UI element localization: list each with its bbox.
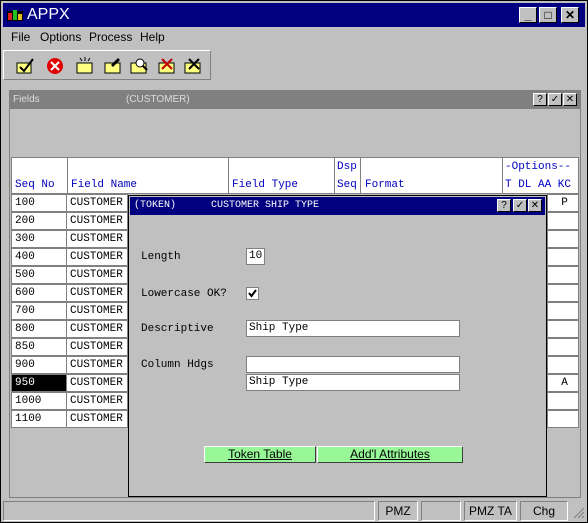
cancel-icon[interactable]: [44, 55, 66, 77]
options-cell[interactable]: [547, 212, 579, 230]
table-header: Seq No Field Name Field Type Dsp Seq For…: [11, 157, 579, 194]
descriptive-field[interactable]: Ship Type: [246, 320, 460, 337]
seq-cell[interactable]: 200: [11, 212, 67, 230]
ok-button[interactable]: ✓: [548, 93, 562, 106]
col-format: Format: [365, 179, 405, 191]
options-cell[interactable]: [547, 410, 579, 428]
dialog-title: CUSTOMER SHIP TYPE: [211, 200, 320, 211]
status-message: [3, 501, 375, 521]
field-name-cell[interactable]: CUSTOMER: [66, 302, 128, 320]
confirm-icon[interactable]: [14, 55, 36, 77]
col-options: -Options--: [505, 161, 572, 173]
fields-subtitle: (CUSTOMER): [126, 94, 190, 105]
field-name-cell[interactable]: CUSTOMER: [66, 320, 128, 338]
options-cell[interactable]: A: [547, 374, 579, 392]
col-seq: Seq: [337, 179, 357, 191]
descriptive-label: Descriptive: [141, 323, 214, 335]
delete-record-icon[interactable]: [156, 55, 178, 77]
field-name-cell[interactable]: CUSTOMER: [66, 194, 128, 212]
lowercase-checkbox[interactable]: [246, 287, 259, 300]
lowercase-label: Lowercase OK?: [141, 288, 227, 300]
seq-cell[interactable]: 500: [11, 266, 67, 284]
options-cell[interactable]: [547, 266, 579, 284]
seq-cell[interactable]: 700: [11, 302, 67, 320]
addl-attributes-button[interactable]: Add'l Attributes: [317, 446, 463, 463]
options-cell[interactable]: [547, 392, 579, 410]
column-hdgs-label: Column Hdgs: [141, 359, 214, 371]
app-title: APPX: [27, 6, 70, 23]
col-field-type: Field Type: [232, 179, 299, 191]
field-name-cell[interactable]: CUSTOMER: [66, 212, 128, 230]
search-record-icon[interactable]: [128, 55, 150, 77]
menu-options[interactable]: Options: [40, 30, 81, 44]
options-cell[interactable]: [547, 248, 579, 266]
help-button[interactable]: ?: [533, 93, 547, 106]
seq-cell[interactable]: 1000: [11, 392, 67, 410]
dialog-close-button[interactable]: ✕: [528, 199, 542, 212]
seq-cell[interactable]: 900: [11, 356, 67, 374]
seq-cell[interactable]: 850: [11, 338, 67, 356]
close-button[interactable]: ✕: [561, 7, 579, 23]
options-cell[interactable]: [547, 284, 579, 302]
close-fields-button[interactable]: ✕: [563, 93, 577, 106]
field-name-cell[interactable]: CUSTOMER: [66, 338, 128, 356]
field-name-cell[interactable]: CUSTOMER: [66, 248, 128, 266]
col-dsp: Dsp: [337, 161, 357, 173]
token-table-button[interactable]: Token Table: [204, 446, 316, 463]
status-blank: [421, 501, 461, 521]
dialog-title-bar: (TOKEN) CUSTOMER SHIP TYPE ? ✓ ✕: [130, 197, 545, 215]
dialog-tag: (TOKEN): [134, 200, 177, 211]
delete-all-icon[interactable]: [182, 55, 204, 77]
edit-record-icon[interactable]: [102, 55, 124, 77]
dialog-help-button[interactable]: ?: [497, 199, 511, 212]
minimize-button[interactable]: _: [519, 7, 537, 23]
field-name-cell[interactable]: CUSTOMER: [66, 392, 128, 410]
fields-title-bar: Fields (CUSTOMER) ? ✓ ✕: [10, 91, 580, 109]
seq-cell[interactable]: 950: [11, 374, 67, 392]
seq-cell[interactable]: 400: [11, 248, 67, 266]
menu-file[interactable]: File: [11, 30, 30, 44]
options-cell[interactable]: [547, 338, 579, 356]
seq-cell[interactable]: 800: [11, 320, 67, 338]
options-cell[interactable]: P: [547, 194, 579, 212]
menu-process[interactable]: Process: [89, 30, 132, 44]
appx-logo-icon: [7, 10, 23, 21]
status-pmz-ta: PMZ TA: [464, 501, 517, 521]
seq-cell[interactable]: 300: [11, 230, 67, 248]
col-seq-no: Seq No: [15, 179, 55, 191]
resize-grip-icon[interactable]: [571, 505, 585, 519]
seq-cell[interactable]: 100: [11, 194, 67, 212]
field-name-cell[interactable]: CUSTOMER: [66, 266, 128, 284]
col-option-flags: T DL AA KC: [505, 179, 572, 191]
field-name-cell[interactable]: CUSTOMER: [66, 374, 128, 392]
toolbar: [3, 50, 211, 80]
fields-title: Fields: [13, 94, 40, 105]
checkmark-icon: [248, 289, 257, 298]
seq-cell[interactable]: 1100: [11, 410, 67, 428]
col-field-name: Field Name: [71, 179, 138, 191]
seq-cell[interactable]: 600: [11, 284, 67, 302]
status-pmz: PMZ: [378, 501, 418, 521]
field-name-cell[interactable]: CUSTOMER: [66, 356, 128, 374]
title-bar: APPX _ □ ✕: [3, 3, 585, 27]
menu-help[interactable]: Help: [140, 30, 165, 44]
column-hdgs-field-2[interactable]: Ship Type: [246, 374, 460, 391]
length-field[interactable]: 10: [246, 248, 265, 265]
dialog-ok-button[interactable]: ✓: [513, 199, 527, 212]
menu-bar: File Options Process Help: [3, 28, 585, 47]
options-cell[interactable]: [547, 230, 579, 248]
column-hdgs-field-1[interactable]: [246, 356, 460, 373]
field-name-cell[interactable]: CUSTOMER: [66, 284, 128, 302]
options-cell[interactable]: [547, 302, 579, 320]
length-label: Length: [141, 251, 181, 263]
maximize-button[interactable]: □: [539, 7, 557, 23]
status-chg: Chg: [520, 501, 568, 521]
app-window: APPX _ □ ✕ File Options Process Help Fie…: [0, 0, 588, 523]
token-dialog: (TOKEN) CUSTOMER SHIP TYPE ? ✓ ✕ Length …: [128, 195, 547, 497]
field-name-cell[interactable]: CUSTOMER: [66, 230, 128, 248]
options-cell[interactable]: [547, 356, 579, 374]
new-record-icon[interactable]: [74, 55, 96, 77]
options-cell[interactable]: [547, 320, 579, 338]
field-name-cell[interactable]: CUSTOMER: [66, 410, 128, 428]
